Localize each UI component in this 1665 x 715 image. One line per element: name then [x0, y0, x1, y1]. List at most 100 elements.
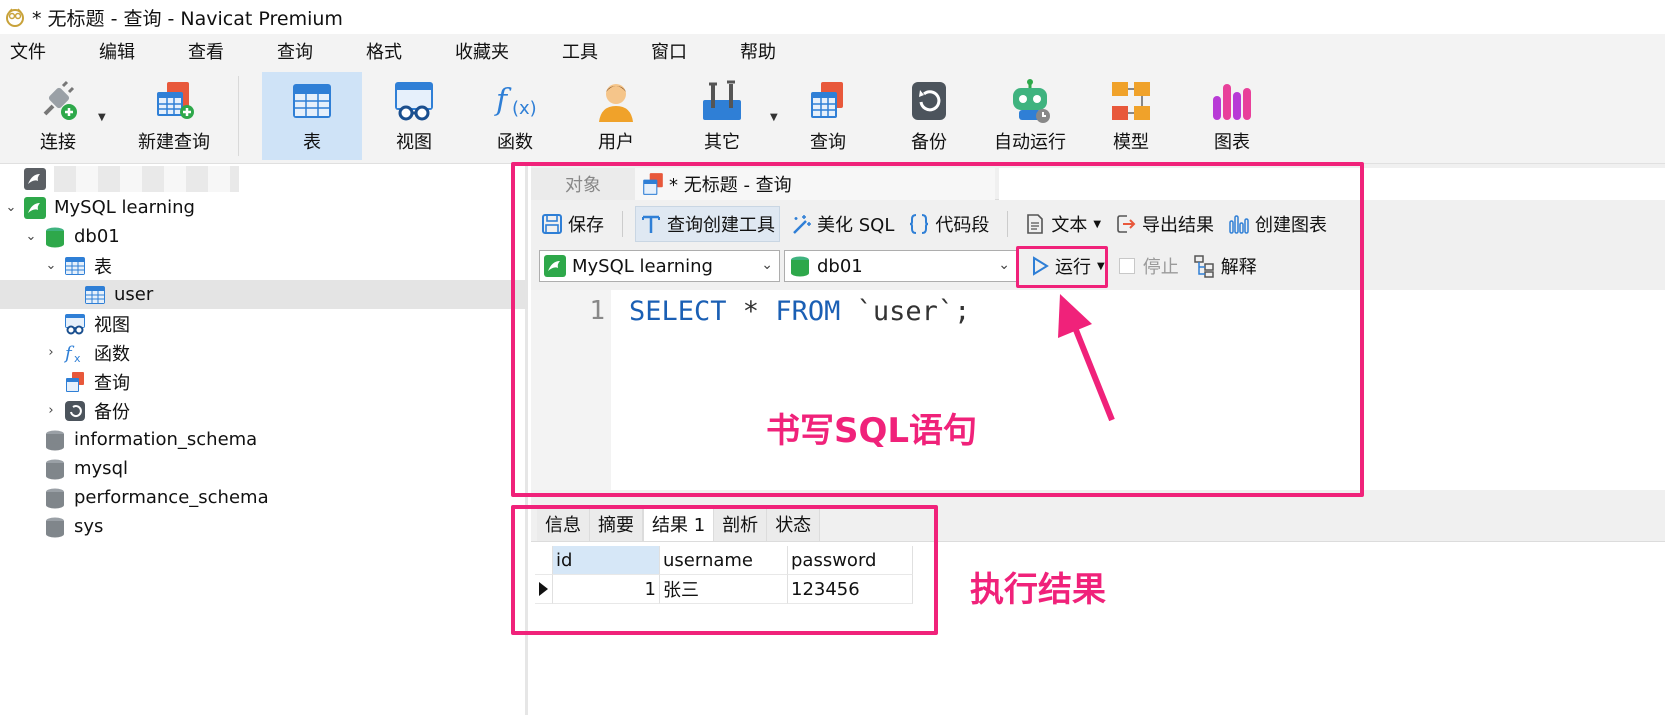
annotation-arrow-icon [1058, 294, 1115, 422]
user-icon [599, 84, 633, 122]
query-button[interactable]: 查询 [778, 72, 878, 160]
view-button[interactable]: 视图 [364, 72, 464, 160]
automation-button[interactable]: 自动运行 [980, 72, 1080, 160]
view-label: 视图 [396, 132, 432, 153]
user-button[interactable]: 用户 [566, 72, 666, 160]
backup-icon [912, 82, 946, 120]
menu-help[interactable]: 帮助 [732, 38, 784, 64]
menu-tools[interactable]: 工具 [554, 38, 606, 64]
connect-label: 连接 [40, 132, 76, 153]
redacted-connection-name [54, 166, 239, 192]
view-icon [65, 313, 85, 334]
automation-label: 自动运行 [994, 132, 1066, 153]
expand-arrow-icon[interactable]: › [44, 345, 58, 360]
svg-text:x: x [74, 352, 81, 364]
db-label: performance_schema [74, 487, 269, 508]
function-icon: f (x) [494, 83, 537, 119]
backup-icon [65, 400, 85, 421]
title-bar: * 无标题 - 查询 - Navicat Premium [0, 0, 1665, 34]
tree-item-db-sys[interactable]: sys [0, 512, 528, 541]
annotation-box-run-button [1016, 246, 1108, 288]
other-button[interactable]: 其它 [672, 72, 772, 160]
collapse-arrow-icon[interactable]: ⌄ [4, 200, 18, 215]
table-button[interactable]: 表 [262, 72, 362, 160]
db-label: information_schema [74, 429, 258, 450]
tree-item-db-information-schema[interactable]: information_schema [0, 425, 528, 454]
tree-item-tables[interactable]: ⌄ 表 [0, 251, 528, 280]
chart-label: 图表 [1214, 132, 1250, 153]
menu-query[interactable]: 查询 [269, 38, 321, 64]
connection-label: MySQL learning [54, 197, 195, 218]
database-icon [46, 517, 64, 537]
model-button[interactable]: 模型 [1081, 72, 1181, 160]
functions-label: 函数 [94, 343, 130, 365]
menu-edit[interactable]: 编辑 [91, 38, 143, 64]
table-icon [293, 84, 331, 118]
annotation-write-sql: 书写SQL语句 [766, 411, 978, 451]
query-label: 查询 [810, 132, 846, 153]
other-dropdown-icon[interactable]: ▼ [770, 112, 778, 123]
database-label: db01 [74, 226, 120, 247]
collapse-arrow-icon[interactable]: ⌄ [24, 229, 38, 244]
expand-arrow-icon[interactable]: › [44, 403, 58, 418]
connect-dropdown-icon[interactable]: ▼ [98, 112, 106, 123]
main-toolbar: 连接 ▼ 新建查询 表 视图 f (x) 函数 用户 其它 ▼ 查询 备份 自动… [0, 68, 1665, 164]
tree-item-queries[interactable]: 查询 [0, 367, 528, 396]
tree-item-views[interactable]: 视图 [0, 309, 528, 338]
view-icon [395, 82, 433, 121]
database-icon [46, 430, 64, 450]
menu-file[interactable]: 文件 [2, 38, 54, 64]
function-label: 函数 [497, 132, 533, 153]
tree-item-connection[interactable]: ⌄ MySQL learning [0, 193, 528, 222]
database-icon [46, 488, 64, 508]
query-icon [66, 371, 84, 392]
new-query-label: 新建查询 [138, 132, 210, 153]
navicat-logo-icon [6, 8, 24, 27]
tree-item-backups[interactable]: › 备份 [0, 396, 528, 425]
navigation-tree: ⌄ MySQL learning ⌄ db01 ⌄ 表 user 视图 › f … [0, 164, 528, 715]
chart-button[interactable]: 图表 [1182, 72, 1282, 160]
menu-favorites[interactable]: 收藏夹 [447, 38, 517, 64]
backup-button[interactable]: 备份 [879, 72, 979, 160]
collapse-arrow-icon[interactable]: ⌄ [44, 258, 58, 273]
table-label: 表 [303, 132, 321, 153]
tree-item-table-user[interactable]: user [0, 280, 528, 309]
backup-label: 备份 [911, 132, 947, 153]
tree-item-hidden-connection[interactable] [0, 164, 528, 193]
window-title: * 无标题 - 查询 - Navicat Premium [32, 7, 343, 30]
database-icon [46, 227, 64, 247]
model-icon [1112, 82, 1150, 120]
tables-label: 表 [94, 256, 112, 278]
mysql-connection-icon [24, 196, 46, 219]
toolbar-separator [238, 76, 239, 156]
connect-button[interactable]: 连接 [8, 72, 108, 160]
menu-view[interactable]: 查看 [180, 38, 232, 64]
table-icon [85, 285, 105, 304]
menu-bar: 文件 编辑 查看 查询 格式 收藏夹 工具 窗口 帮助 [0, 34, 1665, 68]
db-label: sys [74, 516, 104, 537]
tree-item-db-performance-schema[interactable]: performance_schema [0, 483, 528, 512]
svg-text:f: f [494, 83, 512, 118]
table-user-label: user [114, 284, 154, 305]
menu-format[interactable]: 格式 [358, 38, 410, 64]
tree-item-functions[interactable]: › f x 函数 [0, 338, 528, 367]
function-button[interactable]: f (x) 函数 [465, 72, 565, 160]
user-label: 用户 [598, 132, 634, 153]
new-query-icon [157, 82, 194, 119]
new-query-button[interactable]: 新建查询 [112, 72, 236, 160]
database-icon [46, 459, 64, 479]
svg-text:(x): (x) [512, 98, 537, 119]
annotation-result: 执行结果 [970, 570, 1106, 610]
queries-label: 查询 [94, 372, 130, 394]
query-icon [811, 82, 843, 118]
db-label: mysql [74, 458, 128, 479]
menu-window[interactable]: 窗口 [643, 38, 695, 64]
tree-item-database[interactable]: ⌄ db01 [0, 222, 528, 251]
tree-item-db-mysql[interactable]: mysql [0, 454, 528, 483]
tools-icon [703, 80, 741, 120]
backups-label: 备份 [94, 401, 130, 423]
table-folder-icon [65, 256, 85, 275]
annotation-box-result [511, 505, 938, 635]
other-label: 其它 [704, 132, 740, 153]
mysql-dolphin-icon [24, 167, 46, 190]
